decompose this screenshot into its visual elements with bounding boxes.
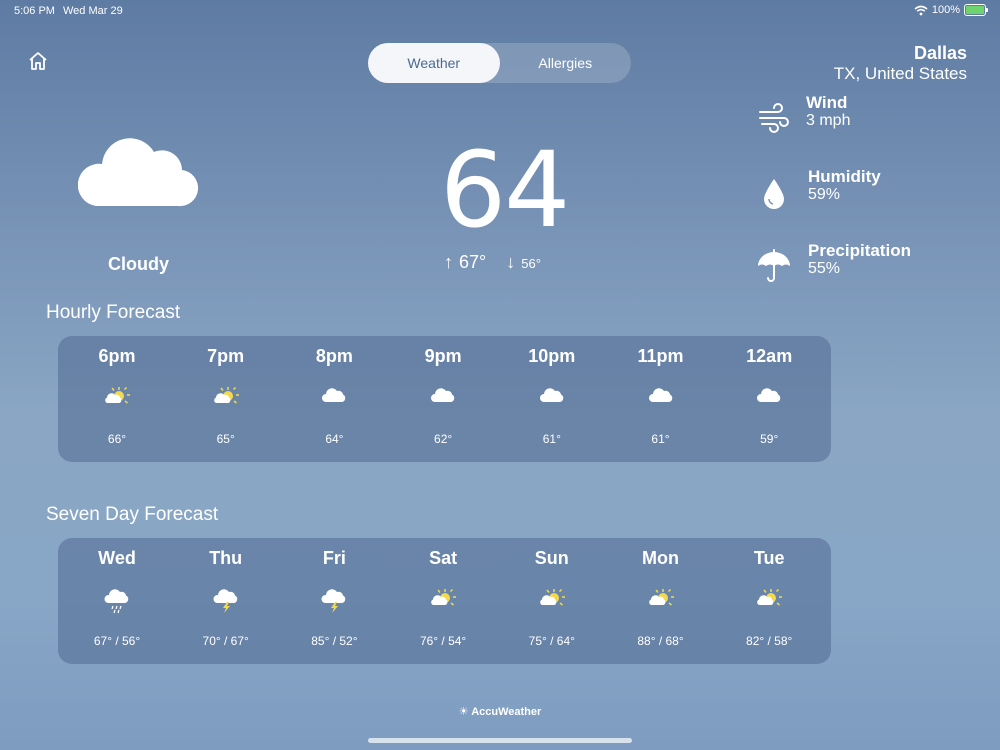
precipitation-value: 55% (808, 260, 841, 277)
arrow-down-icon: ↓ (506, 252, 516, 272)
location: Dallas TX, United States (834, 42, 967, 84)
daily-label: Sun (534, 548, 569, 568)
daily-label: Tue (753, 548, 785, 568)
hourly-item: 7pm 65° (172, 346, 280, 446)
hourly-temp: 61° (651, 432, 670, 446)
high-temperature: 67° (459, 252, 487, 272)
hourly-item: 11pm 61° (607, 346, 715, 446)
hourly-label: 12am (746, 346, 793, 366)
daily-item: Thu 70° / 67° (172, 548, 280, 648)
detail-precipitation: Precipitation 55% (808, 241, 911, 278)
humidity-drop-icon (764, 179, 784, 209)
hourly-temp: 66° (107, 432, 127, 446)
daily-temp: 67° / 56° (93, 634, 141, 648)
daily-label: Sat (429, 548, 458, 568)
daily-label: Thu (209, 548, 243, 568)
daily-item: Tue 82° / 58° (715, 548, 823, 648)
hourly-label: 9pm (424, 346, 462, 366)
wind-value: 3 mph (806, 112, 851, 129)
thunder-cloud-icon (280, 588, 388, 616)
daily-item: Mon 88° / 68° (607, 548, 715, 648)
cloud-icon (715, 386, 823, 414)
detail-humidity: Humidity 59% (808, 167, 881, 204)
location-region: TX, United States (833, 64, 967, 83)
partly-sunny-icon (389, 588, 497, 616)
high-low: ↑ 67° ↓ 56° (444, 252, 541, 273)
hourly-label: 7pm (207, 346, 245, 366)
home-indicator[interactable] (368, 738, 632, 743)
daily-label: Wed (98, 548, 136, 568)
partly-sunny-icon (607, 588, 715, 616)
wind-icon (759, 103, 789, 133)
low-temperature: 56° (521, 256, 541, 271)
cloud-icon (607, 386, 715, 414)
partly-sunny-icon (715, 588, 823, 616)
daily-temp: 75° / 64° (528, 634, 575, 648)
daily-temp: 88° / 68° (637, 634, 684, 648)
daily-label: Mon (642, 548, 679, 568)
partly-sunny-icon (172, 386, 280, 414)
cloud-icon (498, 386, 606, 414)
daily-item: Sat 76° / 54° (389, 548, 497, 648)
current-condition: Cloudy (108, 254, 169, 274)
hourly-item: 6pm 66° (63, 346, 171, 446)
humidity-value: 59% (808, 186, 841, 203)
tab-weather[interactable]: Weather (368, 43, 500, 83)
cloud-icon (389, 386, 497, 414)
hourly-item: 9pm 62° (389, 346, 497, 446)
battery-icon (964, 4, 988, 16)
status-indicators: 100% (914, 4, 988, 16)
wind-label: Wind (806, 93, 848, 112)
hourly-temp: 61° (542, 432, 561, 446)
daily-temp: 85° / 52° (311, 634, 358, 648)
accuweather-logo[interactable]: ☀ AccuWeather (0, 705, 1000, 718)
hourly-label: 11pm (637, 346, 684, 366)
daily-item: Fri 85° / 52° (280, 548, 388, 648)
daily-item: Sun 75° / 64° (498, 548, 606, 648)
hourly-label: 8pm (315, 346, 353, 366)
daily-temp: 76° / 54° (419, 634, 467, 648)
hourly-panel: 6pm 66° 7pm 65° 8pm 64° 9pm 62° 10pm 61° 11pm 61° 12… (58, 336, 831, 462)
hourly-item: 12am 59° (715, 346, 823, 446)
daily-temp: 70° / 67° (202, 634, 249, 648)
arrow-up-icon: ↑ (444, 252, 453, 272)
hourly-title: Hourly Forecast (46, 302, 181, 323)
hourly-temp: 59° (760, 432, 779, 446)
location-city: Dallas (913, 43, 967, 63)
view-switcher: Weather Allergies (368, 43, 631, 83)
detail-wind: Wind 3 mph (806, 93, 850, 130)
battery-percent: 100% (931, 4, 960, 16)
umbrella-icon (758, 249, 790, 282)
hourly-temp: 64° (325, 432, 344, 446)
partly-sunny-icon (498, 588, 606, 616)
thunder-cloud-icon (172, 588, 280, 616)
daily-title: Seven Day Forecast (46, 504, 219, 525)
hourly-label: 6pm (98, 346, 136, 366)
hourly-item: 8pm 64° (280, 346, 388, 446)
sun-logo-icon: ☀ (458, 706, 469, 718)
hourly-label: 10pm (528, 346, 576, 366)
status-time: 5:06 PM (14, 5, 55, 17)
rain-cloud-icon (63, 588, 171, 616)
home-icon[interactable] (27, 50, 49, 72)
daily-panel: Wed 67° / 56° Thu 70° / 67° Fri 85° / 52° Sat 7… (58, 538, 831, 664)
daily-temp: 82° / 58° (746, 634, 793, 648)
hourly-temp: 65° (216, 432, 235, 446)
tab-allergies[interactable]: Allergies (500, 43, 632, 83)
cloud-icon (78, 138, 199, 207)
precipitation-label: Precipitation (808, 241, 911, 260)
hourly-item: 10pm 61° (498, 346, 606, 446)
humidity-label: Humidity (808, 167, 881, 186)
daily-label: Fri (322, 548, 346, 568)
cloud-icon (280, 386, 388, 414)
brand-label: AccuWeather (471, 706, 542, 718)
daily-item: Wed 67° / 56° (63, 548, 171, 648)
current-temperature: 64 (440, 129, 570, 251)
partly-sunny-icon (63, 386, 171, 414)
status-date: Wed Mar 29 (63, 5, 123, 17)
wifi-icon (914, 5, 928, 15)
hourly-temp: 62° (434, 432, 453, 446)
